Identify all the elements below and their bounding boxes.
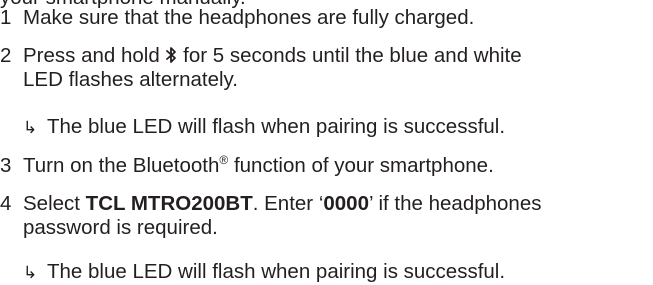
step-number: 3 [0, 154, 12, 177]
step-text: Press and hold for 5 seconds until the b… [23, 44, 648, 92]
device-name: TCL MTRO200BT [85, 192, 253, 215]
step-3-text-before-sup: Turn on the Bluetooth [23, 154, 220, 177]
result-arrow-icon: ↳ [23, 263, 38, 282]
step-2-line-1: Press and hold for 5 seconds until the b… [23, 44, 648, 68]
step-4-line-1: Select TCL MTRO200BT. Enter ‘0000’ if th… [23, 192, 648, 216]
step-2-text-before-icon: Press and hold [23, 44, 160, 67]
step-number: 4 [0, 192, 12, 215]
step-text: Make sure that the headphones are fully … [23, 6, 648, 30]
result-arrow-icon: ↳ [23, 118, 38, 137]
registered-mark: ® [219, 153, 229, 167]
step-3-text-after-sup: function of your smartphone. [228, 154, 494, 177]
bluetooth-icon [166, 47, 177, 63]
step-4-result: ↳ The blue LED will flash when pairing is… [23, 260, 505, 285]
step-text: Select TCL MTRO200BT. Enter ‘0000’ if th… [23, 192, 648, 240]
instruction-page: your smartphone manually. 1 Make sure th… [0, 0, 653, 283]
step-2-text-after-icon: for 5 seconds until the blue and white [183, 44, 522, 67]
step-1-line: Make sure that the headphones are fully … [23, 6, 475, 29]
step-4-result-text: The blue LED will flash when pairing is … [47, 260, 506, 283]
password-value: 0000 [323, 192, 369, 215]
step-2-line-2: LED flashes alternately. [23, 68, 238, 91]
step-text: Turn on the Bluetooth® function of your … [23, 154, 648, 178]
step-4-line-2: password is required. [23, 216, 218, 239]
step-4-end-text: ’ if the headphones [368, 192, 542, 215]
step-number: 2 [0, 44, 12, 67]
step-number: 1 [0, 6, 12, 29]
step-2-result-text: The blue LED will flash when pairing is … [47, 115, 506, 138]
step-3-line: Turn on the Bluetooth® function of your … [23, 154, 648, 178]
step-4-select-word: Select [23, 192, 86, 215]
step-4-mid-text: . Enter ‘ [252, 192, 324, 215]
step-2-result: ↳ The blue LED will flash when pairing is… [23, 115, 505, 140]
